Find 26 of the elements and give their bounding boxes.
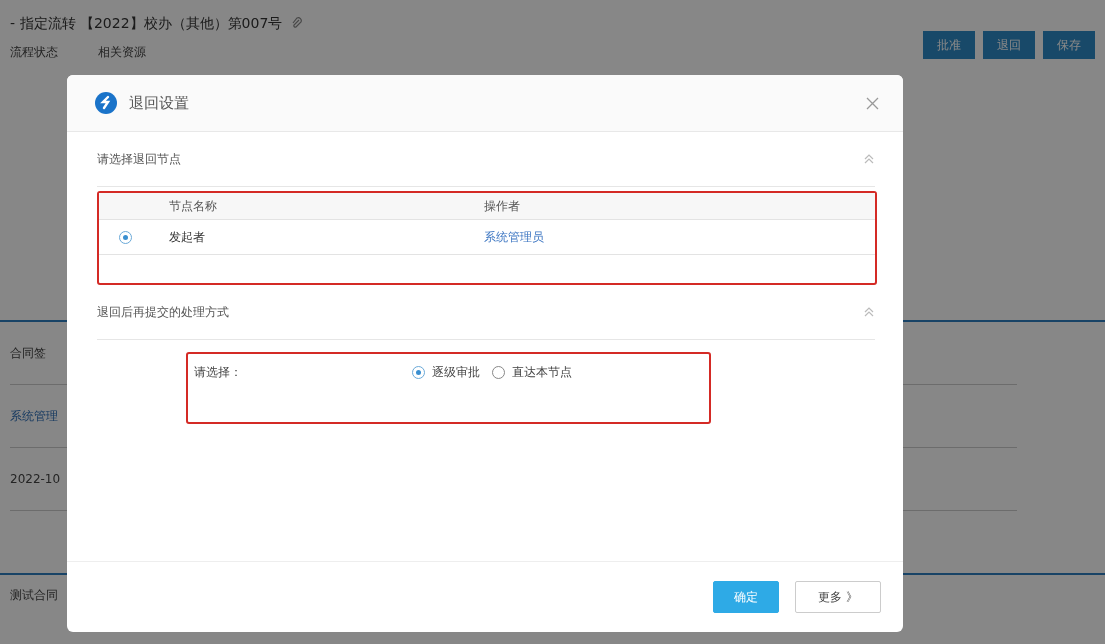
column-header: 节点名称 bbox=[169, 197, 218, 215]
column-header: 操作者 bbox=[484, 197, 521, 215]
page-title: - 指定流转 【2022】校办（其他）第007号 bbox=[10, 15, 283, 33]
more-button[interactable]: 更多 》 bbox=[795, 581, 881, 613]
table-cell-text: 发起者 bbox=[169, 228, 206, 246]
field-text: 2022-10 bbox=[10, 472, 61, 486]
action-button[interactable]: 保存 bbox=[1043, 31, 1095, 59]
confirm-button[interactable]: 确定 bbox=[713, 581, 780, 613]
section-title: 退回后再提交的处理方式 bbox=[97, 303, 229, 321]
radio-option[interactable]: 直达本节点 bbox=[492, 364, 572, 380]
action-button[interactable]: 退回 bbox=[983, 31, 1035, 59]
collapse-icon[interactable] bbox=[863, 306, 875, 318]
field-text: 合同签 bbox=[10, 344, 46, 362]
logo-icon bbox=[95, 92, 117, 114]
section-title: 请选择退回节点 bbox=[97, 150, 181, 168]
action-button[interactable]: 批准 bbox=[923, 31, 975, 59]
paperclip-icon[interactable] bbox=[290, 17, 305, 31]
collapse-icon[interactable] bbox=[863, 153, 875, 165]
field-text: 测试合同 bbox=[10, 586, 58, 604]
field-label: 请选择： bbox=[194, 364, 243, 381]
field-text: 系统管理 bbox=[10, 407, 58, 425]
dialog-title: 退回设置 bbox=[129, 93, 189, 113]
operator-link[interactable]: 系统管理员 bbox=[484, 228, 875, 246]
radio-option[interactable]: 逐级审批 bbox=[412, 364, 480, 380]
page-tab[interactable]: 流程状态 bbox=[10, 43, 58, 61]
page-tab[interactable]: 相关资源 bbox=[98, 43, 146, 61]
